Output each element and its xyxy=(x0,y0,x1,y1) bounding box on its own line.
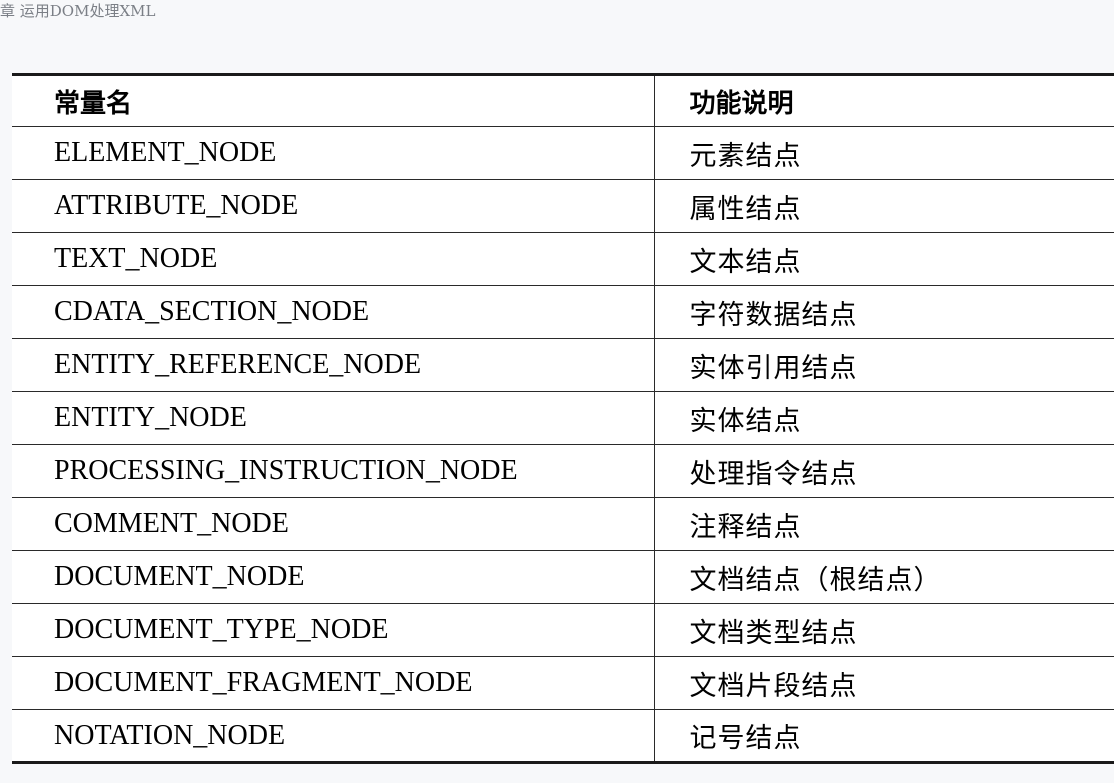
node-type-table-container: 常量名 功能说明 ELEMENT_NODE 元素结点 ATTRIBUTE_NODE 属… xyxy=(12,73,1114,764)
table-row: CDATA_SECTION_NODE 字符数据结点 xyxy=(12,285,1114,339)
table-row: DOCUMENT_NODE 文档结点（根结点） xyxy=(12,550,1114,604)
document-page: 章 运用DOM处理XML 常量名 功能说明 ELEMENT_NODE 元素结点 AT… xyxy=(0,0,1114,783)
description-cell: 字符数据结点 xyxy=(653,285,1114,339)
table-row: ENTITY_NODE 实体结点 xyxy=(12,391,1114,445)
constant-name-cell: ATTRIBUTE_NODE xyxy=(12,179,654,233)
constant-name-cell: COMMENT_NODE xyxy=(12,497,654,551)
table-row: DOCUMENT_TYPE_NODE 文档类型结点 xyxy=(12,603,1114,657)
node-type-table: 常量名 功能说明 ELEMENT_NODE 元素结点 ATTRIBUTE_NODE 属… xyxy=(12,73,1114,764)
table-header: 常量名 功能说明 xyxy=(12,74,1114,127)
table-row: DOCUMENT_FRAGMENT_NODE 文档片段结点 xyxy=(12,656,1114,710)
constant-name-cell: CDATA_SECTION_NODE xyxy=(12,285,654,339)
description-cell: 文档片段结点 xyxy=(653,656,1114,710)
constant-name-cell: DOCUMENT_FRAGMENT_NODE xyxy=(12,656,654,710)
description-cell: 文本结点 xyxy=(653,232,1114,286)
table-body: ELEMENT_NODE 元素结点 ATTRIBUTE_NODE 属性结点 TEXT_N… xyxy=(12,126,1114,763)
column-header-description: 功能说明 xyxy=(653,74,1114,127)
constant-name-cell: NOTATION_NODE xyxy=(12,709,654,763)
constant-name-cell: ENTITY_REFERENCE_NODE xyxy=(12,338,654,392)
constant-name-cell: DOCUMENT_NODE xyxy=(12,550,654,604)
table-row: ELEMENT_NODE 元素结点 xyxy=(12,126,1114,180)
description-cell: 记号结点 xyxy=(653,709,1114,763)
description-cell: 文档结点（根结点） xyxy=(653,550,1114,604)
description-cell: 处理指令结点 xyxy=(653,444,1114,498)
table-row: ATTRIBUTE_NODE 属性结点 xyxy=(12,179,1114,233)
table-row: NOTATION_NODE 记号结点 xyxy=(12,709,1114,763)
table-header-row: 常量名 功能说明 xyxy=(12,74,1114,127)
constant-name-cell: ELEMENT_NODE xyxy=(12,126,654,180)
constant-name-cell: TEXT_NODE xyxy=(12,232,654,286)
table-row: TEXT_NODE 文本结点 xyxy=(12,232,1114,286)
description-cell: 文档类型结点 xyxy=(653,603,1114,657)
description-cell: 元素结点 xyxy=(653,126,1114,180)
constant-name-cell: PROCESSING_INSTRUCTION_NODE xyxy=(12,444,654,498)
column-header-constant-name: 常量名 xyxy=(12,74,654,127)
table-row: COMMENT_NODE 注释结点 xyxy=(12,497,1114,551)
table-row: ENTITY_REFERENCE_NODE 实体引用结点 xyxy=(12,338,1114,392)
description-cell: 实体结点 xyxy=(653,391,1114,445)
constant-name-cell: DOCUMENT_TYPE_NODE xyxy=(12,603,654,657)
table-row: PROCESSING_INSTRUCTION_NODE 处理指令结点 xyxy=(12,444,1114,498)
constant-name-cell: ENTITY_NODE xyxy=(12,391,654,445)
description-cell: 属性结点 xyxy=(653,179,1114,233)
description-cell: 注释结点 xyxy=(653,497,1114,551)
description-cell: 实体引用结点 xyxy=(653,338,1114,392)
running-header: 章 运用DOM处理XML xyxy=(0,2,156,20)
